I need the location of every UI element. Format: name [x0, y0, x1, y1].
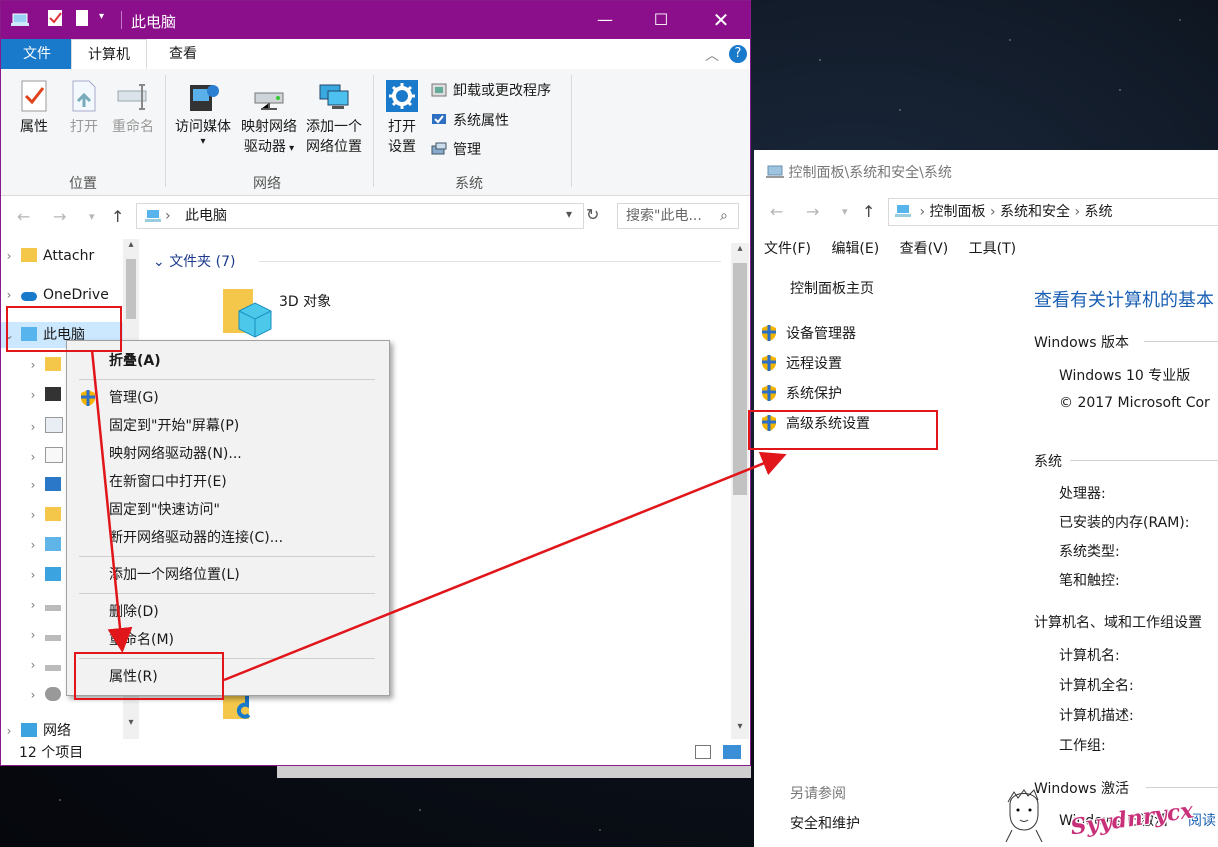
annotation-arrows [90, 349, 787, 682]
arrow-to-properties [90, 349, 133, 653]
arrow-to-advanced-settings [223, 451, 787, 682]
